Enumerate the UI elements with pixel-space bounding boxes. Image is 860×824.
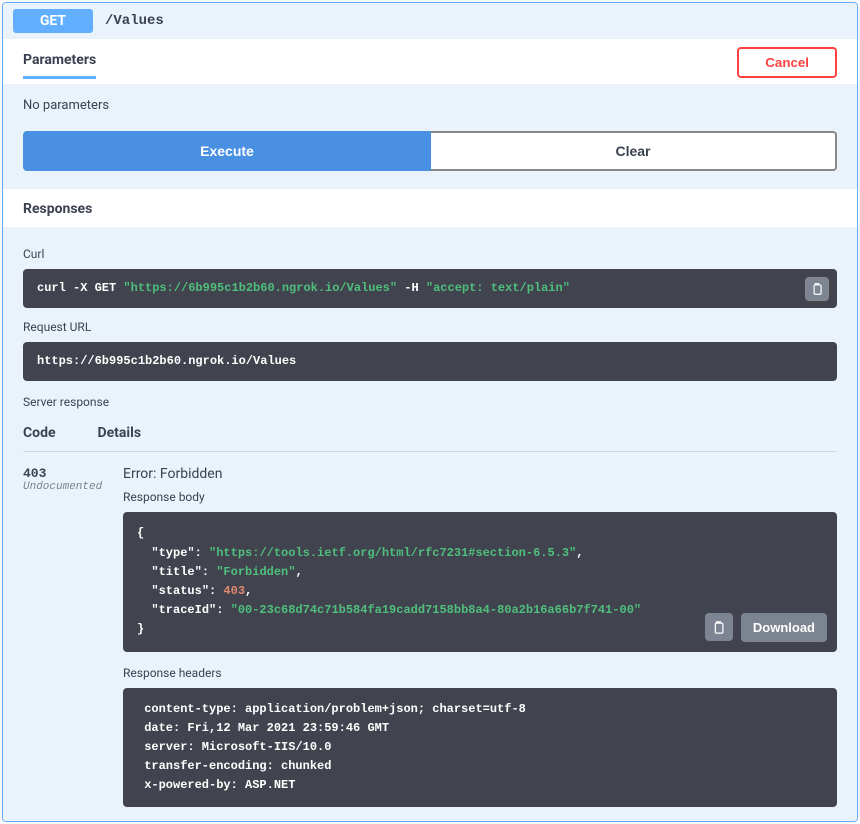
error-title: Error: Forbidden xyxy=(123,466,837,482)
responses-bar: Responses xyxy=(3,189,857,227)
responses-title: Responses xyxy=(23,201,92,217)
endpoint-path: /Values xyxy=(105,13,164,29)
responses-body: Curl curl -X GET "https://6b995c1b2b60.n… xyxy=(3,227,857,821)
response-headers: content-type: application/problem+json; … xyxy=(123,688,837,808)
curl-label: Curl xyxy=(23,247,837,261)
curl-command: curl -X GET "https://6b995c1b2b60.ngrok.… xyxy=(23,269,837,308)
details-header: Details xyxy=(98,425,142,441)
copy-response-button[interactable] xyxy=(705,613,733,641)
cancel-button[interactable]: Cancel xyxy=(737,47,837,78)
copy-curl-button[interactable] xyxy=(805,277,829,301)
response-body-json: { "type": "https://tools.ietf.org/html/r… xyxy=(123,512,837,651)
response-headers-label: Response headers xyxy=(123,666,837,680)
clear-button[interactable]: Clear xyxy=(431,131,837,171)
http-method-badge: GET xyxy=(13,9,93,33)
response-body-label: Response body xyxy=(123,490,837,504)
response-code-column: 403 Undocumented xyxy=(23,466,93,807)
clipboard-icon xyxy=(810,282,824,296)
no-parameters-text: No parameters xyxy=(23,98,837,113)
execute-button[interactable]: Execute xyxy=(23,131,431,171)
response-row: 403 Undocumented Error: Forbidden Respon… xyxy=(23,466,837,807)
code-header: Code xyxy=(23,425,56,441)
response-table-header: Code Details xyxy=(23,419,837,452)
status-code: 403 xyxy=(23,466,93,481)
download-button[interactable]: Download xyxy=(741,613,827,642)
server-response-label: Server response xyxy=(23,395,837,409)
request-url-value: https://6b995c1b2b60.ngrok.io/Values xyxy=(23,342,837,381)
response-details-column: Error: Forbidden Response body { "type":… xyxy=(123,466,837,807)
request-url-label: Request URL xyxy=(23,320,837,334)
parameters-title: Parameters xyxy=(23,52,96,68)
parameters-bar: Parameters Cancel xyxy=(3,39,857,84)
operation-header[interactable]: GET /Values xyxy=(3,3,857,39)
clipboard-icon xyxy=(711,620,726,635)
operation-panel: GET /Values Parameters Cancel No paramet… xyxy=(2,2,858,822)
status-note: Undocumented xyxy=(23,481,93,493)
parameters-body: No parameters Execute Clear xyxy=(3,84,857,189)
